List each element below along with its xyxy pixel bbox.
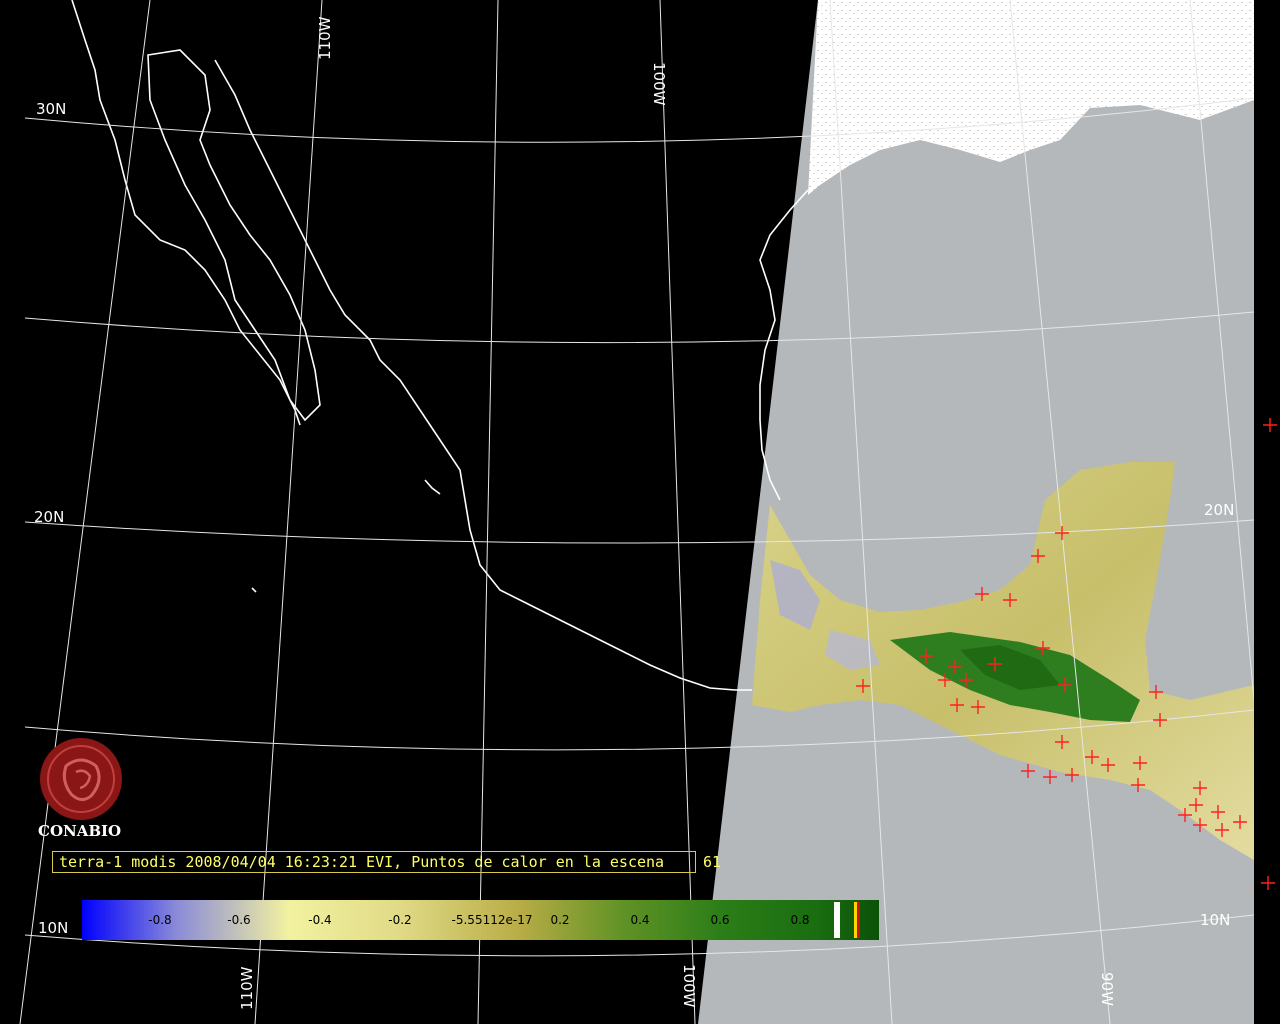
lon-label-90w-bottom: 90W [1098, 972, 1116, 1006]
lon-label-100w-bottom: 100W [680, 964, 698, 1008]
lon-label-110w-bottom: 110W [238, 966, 256, 1010]
caption-text: terra-1 modis 2008/04/04 16:23:21 EVI, P… [59, 853, 665, 871]
colorbar-tick-label: 0.2 [550, 913, 569, 927]
colorbar-tick-label: 0.4 [630, 913, 649, 927]
colorbar-tick-label: -0.4 [308, 913, 331, 927]
caption-count: 61 [703, 853, 722, 871]
colorbar-tick-label: -0.6 [227, 913, 250, 927]
colorbar-white-swatch [834, 902, 840, 938]
lat-label-20n-left: 20N [34, 508, 64, 526]
colorbar-tick-label: -0.2 [388, 913, 411, 927]
lat-label-10n-right: 10N [1200, 911, 1230, 929]
colorbar-tick-label: 0.6 [710, 913, 729, 927]
colorbar-tick-label: -5.55112e-17 [452, 913, 533, 927]
colorbar-yellow-swatch [854, 902, 857, 938]
lon-label-100w-top: 100W [650, 62, 668, 106]
colorbar-tick-label: -0.8 [148, 913, 171, 927]
evi-colorbar: -0.8 -0.6 -0.4 -0.2 -5.55112e-17 0.2 0.4 0.6 0.8 [82, 900, 879, 940]
lat-label-20n-right: 20N [1204, 501, 1234, 519]
scene-caption: terra-1 modis 2008/04/04 16:23:21 EVI, P… [52, 851, 721, 873]
colorbar-tick-label: 0.8 [790, 913, 809, 927]
colorbar-red-swatch [857, 902, 860, 938]
lat-label-10n-left: 10N [38, 919, 68, 937]
lon-label-110w-top: 110W [316, 16, 334, 60]
right-edge-strip [1254, 0, 1280, 1024]
lat-label-30n: 30N [36, 100, 66, 118]
conabio-logo-text: CONABIO [38, 822, 122, 840]
